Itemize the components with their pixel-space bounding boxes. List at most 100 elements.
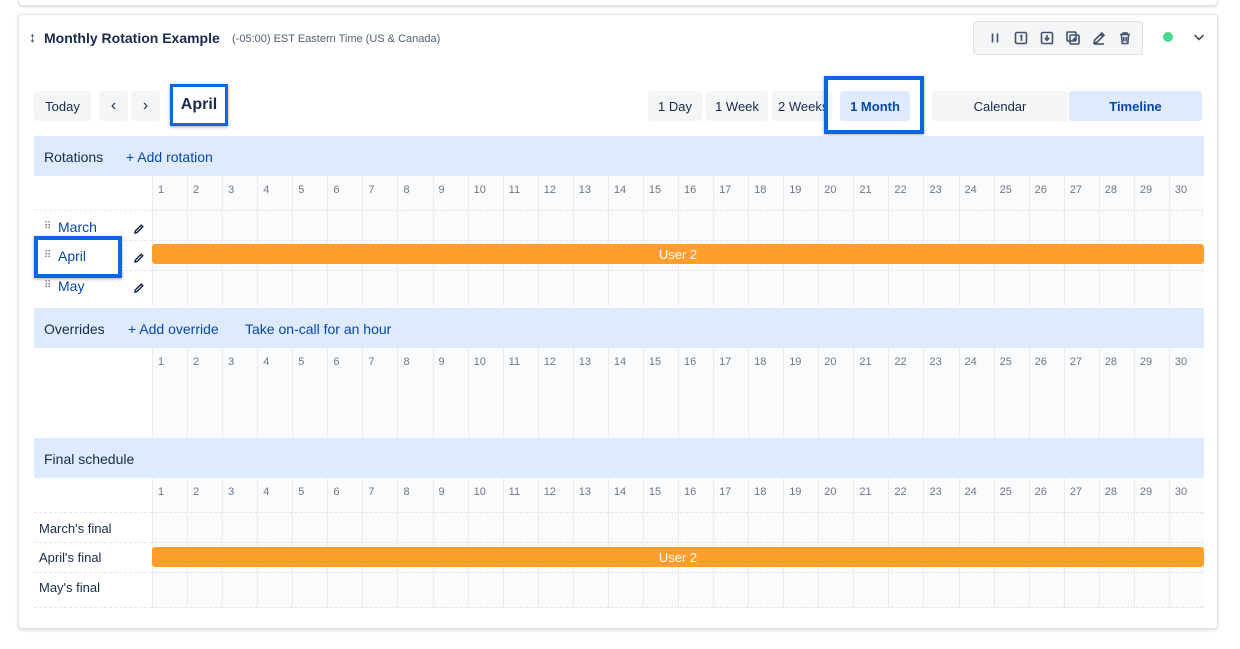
day-number: 6 xyxy=(333,486,340,498)
day-column: 18 xyxy=(748,348,784,438)
timeline-view-button[interactable]: Timeline xyxy=(1069,91,1202,121)
day-column: 12 xyxy=(537,478,573,608)
row-divider xyxy=(34,607,1204,608)
calendar-view-button[interactable]: Calendar xyxy=(932,91,1068,121)
range-1-week-button[interactable]: 1 Week xyxy=(706,91,768,121)
range-1-day-button[interactable]: 1 Day xyxy=(648,91,702,121)
day-column: 17 xyxy=(713,348,749,438)
day-number: 6 xyxy=(333,184,340,196)
day-column: 16 xyxy=(678,176,714,306)
day-number: 25 xyxy=(999,356,1012,368)
day-column: 30 xyxy=(1168,176,1204,306)
duplicate-icon[interactable] xyxy=(1060,25,1086,51)
day-column: 7 xyxy=(362,478,398,608)
day-number: 27 xyxy=(1069,486,1082,498)
drag-handle-icon[interactable]: ⠿ xyxy=(44,250,51,261)
day-number: 10 xyxy=(473,486,486,498)
day-column: 27 xyxy=(1063,348,1099,438)
day-column: 23 xyxy=(923,348,959,438)
edit-icon[interactable] xyxy=(1086,25,1112,51)
day-number: 18 xyxy=(754,356,767,368)
day-number: 22 xyxy=(894,356,907,368)
day-number: 13 xyxy=(578,184,592,196)
reorder-icon[interactable]: ↕ xyxy=(29,29,36,45)
day-column: 28 xyxy=(1098,348,1134,438)
day-number: 21 xyxy=(859,356,872,368)
day-number: 23 xyxy=(929,356,942,368)
take-oncall-link[interactable]: Take on-call for an hour xyxy=(245,321,391,337)
delete-icon[interactable] xyxy=(1112,25,1138,51)
rotation-april-link[interactable]: April xyxy=(58,248,86,264)
add-rotation-link[interactable]: + Add rotation xyxy=(126,149,213,165)
day-column: 14 xyxy=(607,478,643,608)
day-number: 4 xyxy=(263,356,270,368)
calendar-one-icon[interactable] xyxy=(1008,25,1034,51)
day-column: 17 xyxy=(713,478,749,608)
day-number: 20 xyxy=(824,184,837,196)
final-schedule-grid: 1 2 3 4 5 6 7 8 9 10 11 12 13 14 15 16 17 18 19 20 21 22 23 24 2… xyxy=(34,478,1204,608)
day-column: 21 xyxy=(853,176,889,306)
day-number: 29 xyxy=(1139,184,1153,196)
day-column: 25 xyxy=(993,348,1029,438)
row-divider xyxy=(34,210,1204,211)
april-final-shift-bar[interactable]: User 2 xyxy=(152,547,1204,567)
rotation-march-link[interactable]: March xyxy=(58,219,97,235)
overrides-section-header: Overrides + Add override Take on-call fo… xyxy=(34,308,1204,348)
day-column: 2 xyxy=(187,348,223,438)
day-column: 23 xyxy=(923,176,959,306)
day-column: 29 xyxy=(1133,176,1169,306)
day-number: 1 xyxy=(158,486,165,498)
edit-rotation-may-icon[interactable] xyxy=(133,281,145,293)
day-column: 25 xyxy=(993,176,1029,306)
day-number: 24 xyxy=(964,356,977,368)
day-column: 20 xyxy=(818,478,854,608)
day-column: 19 xyxy=(783,176,819,306)
edit-rotation-april-icon[interactable] xyxy=(133,251,145,263)
drag-handle-icon[interactable]: ⠿ xyxy=(44,280,51,291)
day-number: 23 xyxy=(929,486,942,498)
day-number: 28 xyxy=(1104,184,1118,196)
next-month-button[interactable]: › xyxy=(131,91,160,121)
day-number: 15 xyxy=(648,486,662,498)
day-number: 27 xyxy=(1069,184,1082,196)
day-column: 22 xyxy=(888,348,924,438)
day-number: 25 xyxy=(999,486,1012,498)
row-divider xyxy=(34,572,1204,573)
prev-month-button[interactable]: ‹ xyxy=(99,91,128,121)
rotations-grid: 1 2 3 4 5 6 7 8 9 10 11 12 13 14 15 16 17 18 19 20 21 22 23 24 2… xyxy=(34,176,1204,306)
pause-icon[interactable] xyxy=(982,25,1008,51)
schedule-actions xyxy=(973,21,1143,55)
day-column: 18 xyxy=(748,478,784,608)
day-number: 16 xyxy=(684,184,697,196)
today-button[interactable]: Today xyxy=(34,91,91,121)
import-icon[interactable] xyxy=(1034,25,1060,51)
rotation-may-link[interactable]: May xyxy=(58,278,84,294)
day-number: 24 xyxy=(964,184,977,196)
day-number: 19 xyxy=(789,356,802,368)
add-override-link[interactable]: + Add override xyxy=(128,321,219,337)
day-number: 25 xyxy=(999,184,1012,196)
current-month-label: April xyxy=(170,84,228,126)
day-column: 26 xyxy=(1028,176,1064,306)
day-number: 21 xyxy=(859,486,872,498)
chevron-down-icon[interactable] xyxy=(1191,29,1207,45)
drag-handle-icon[interactable]: ⠿ xyxy=(44,221,51,232)
day-column: 9 xyxy=(432,176,468,306)
day-number: 29 xyxy=(1139,356,1153,368)
april-rotation-shift-bar[interactable]: User 2 xyxy=(152,244,1204,264)
day-number: 11 xyxy=(508,486,521,498)
schedule-card: ↕ Monthly Rotation Example (-05:00) EST … xyxy=(18,14,1218,629)
day-column: 10 xyxy=(467,348,503,438)
range-1-month-button[interactable]: 1 Month xyxy=(840,91,910,121)
day-column: 10 xyxy=(467,478,503,608)
day-column: 16 xyxy=(678,348,714,438)
day-column: 26 xyxy=(1028,348,1064,438)
day-column: 6 xyxy=(327,478,363,608)
edit-rotation-march-icon[interactable] xyxy=(133,222,145,234)
day-number: 14 xyxy=(613,356,627,368)
range-2-weeks-button[interactable]: 2 Weeks xyxy=(772,91,832,121)
day-number: 29 xyxy=(1139,486,1153,498)
day-column: 29 xyxy=(1133,348,1169,438)
schedule-header: ↕ Monthly Rotation Example (-05:00) EST … xyxy=(19,15,1217,63)
day-number: 20 xyxy=(824,486,837,498)
